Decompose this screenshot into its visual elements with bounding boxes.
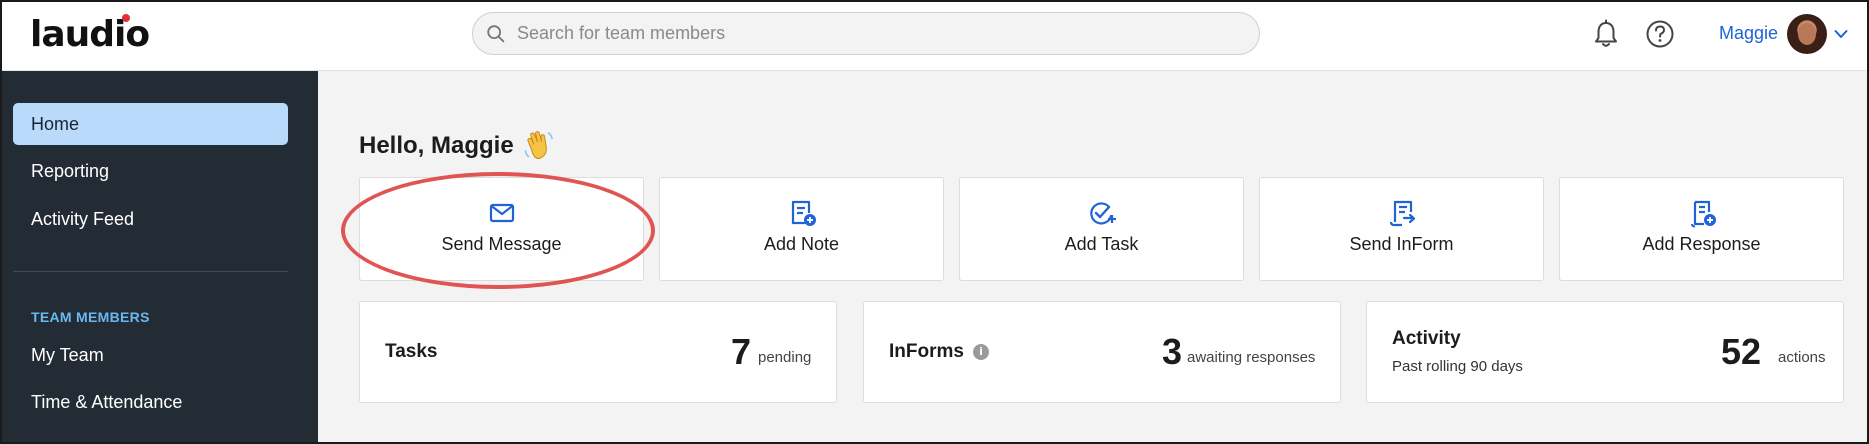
app-window: laudio Maggie Home Reporting Act [0, 0, 1869, 444]
add-task-label: Add Task [1064, 234, 1139, 254]
activity-unit: actions [1778, 349, 1826, 366]
bell-icon[interactable] [1592, 19, 1620, 49]
add-note-icon [791, 200, 816, 226]
add-note-button[interactable]: Add Note [659, 177, 944, 281]
envelope-icon [489, 203, 514, 223]
send-inform-icon [1389, 200, 1415, 227]
send-message-label: Send Message [441, 234, 562, 254]
send-inform-button[interactable]: Send InForm [1259, 177, 1544, 281]
avatar[interactable] [1787, 14, 1827, 54]
sidebar-divider [13, 271, 288, 272]
chevron-down-icon[interactable] [1833, 26, 1849, 42]
search-input[interactable] [517, 23, 1217, 44]
add-task-button[interactable]: Add Task [959, 177, 1244, 281]
search-icon [487, 24, 505, 42]
tasks-title: Tasks [385, 341, 438, 362]
sidebar-item-reporting[interactable]: Reporting [13, 150, 288, 192]
add-note-label: Add Note [763, 234, 840, 254]
activity-card[interactable]: Activity Past rolling 90 days 52 actions [1366, 301, 1844, 403]
greeting: Hello, Maggie [359, 129, 556, 163]
add-response-icon [1690, 200, 1716, 228]
avatar-face [1798, 23, 1816, 45]
informs-unit: awaiting responses [1187, 349, 1316, 366]
sidebar-item-activity-feed[interactable]: Activity Feed [13, 198, 288, 240]
activity-count: 52 [1721, 331, 1762, 372]
search-bar[interactable] [472, 12, 1260, 55]
add-response-label: Add Response [1642, 234, 1761, 254]
add-task-icon [1089, 202, 1116, 225]
sidebar-item-my-team[interactable]: My Team [13, 334, 288, 376]
send-message-button[interactable]: Send Message [359, 177, 644, 281]
top-bar: laudio Maggie [2, 2, 1867, 71]
help-icon[interactable] [1645, 19, 1675, 49]
informs-card[interactable]: InForms i 3 awaiting responses [863, 301, 1341, 403]
activity-title: Activity [1392, 328, 1461, 349]
user-menu-name[interactable]: Maggie [1719, 23, 1778, 44]
informs-title: InForms [889, 341, 964, 362]
sidebar-section-title: TEAM MEMBERS [31, 309, 150, 325]
sidebar-item-home[interactable]: Home [13, 103, 288, 145]
tasks-card[interactable]: Tasks 7 pending [359, 301, 837, 403]
greeting-text: Hello, Maggie [359, 132, 514, 159]
info-icon[interactable]: i [973, 344, 989, 360]
activity-subtitle: Past rolling 90 days [1392, 358, 1523, 375]
sidebar-item-time-attendance[interactable]: Time & Attendance [13, 381, 288, 423]
tasks-count: 7 [731, 331, 752, 372]
logo-dot [122, 14, 130, 22]
sidebar: Home Reporting Activity Feed TEAM MEMBER… [2, 71, 318, 442]
informs-count: 3 [1162, 331, 1183, 372]
add-response-button[interactable]: Add Response [1559, 177, 1844, 281]
main-content: Hello, Maggie Send Message Add Note Add … [318, 71, 1867, 442]
waving-hand-icon [524, 131, 553, 159]
tasks-unit: pending [758, 349, 812, 366]
send-inform-label: Send InForm [1349, 234, 1454, 254]
app-logo[interactable]: laudio [30, 14, 150, 55]
